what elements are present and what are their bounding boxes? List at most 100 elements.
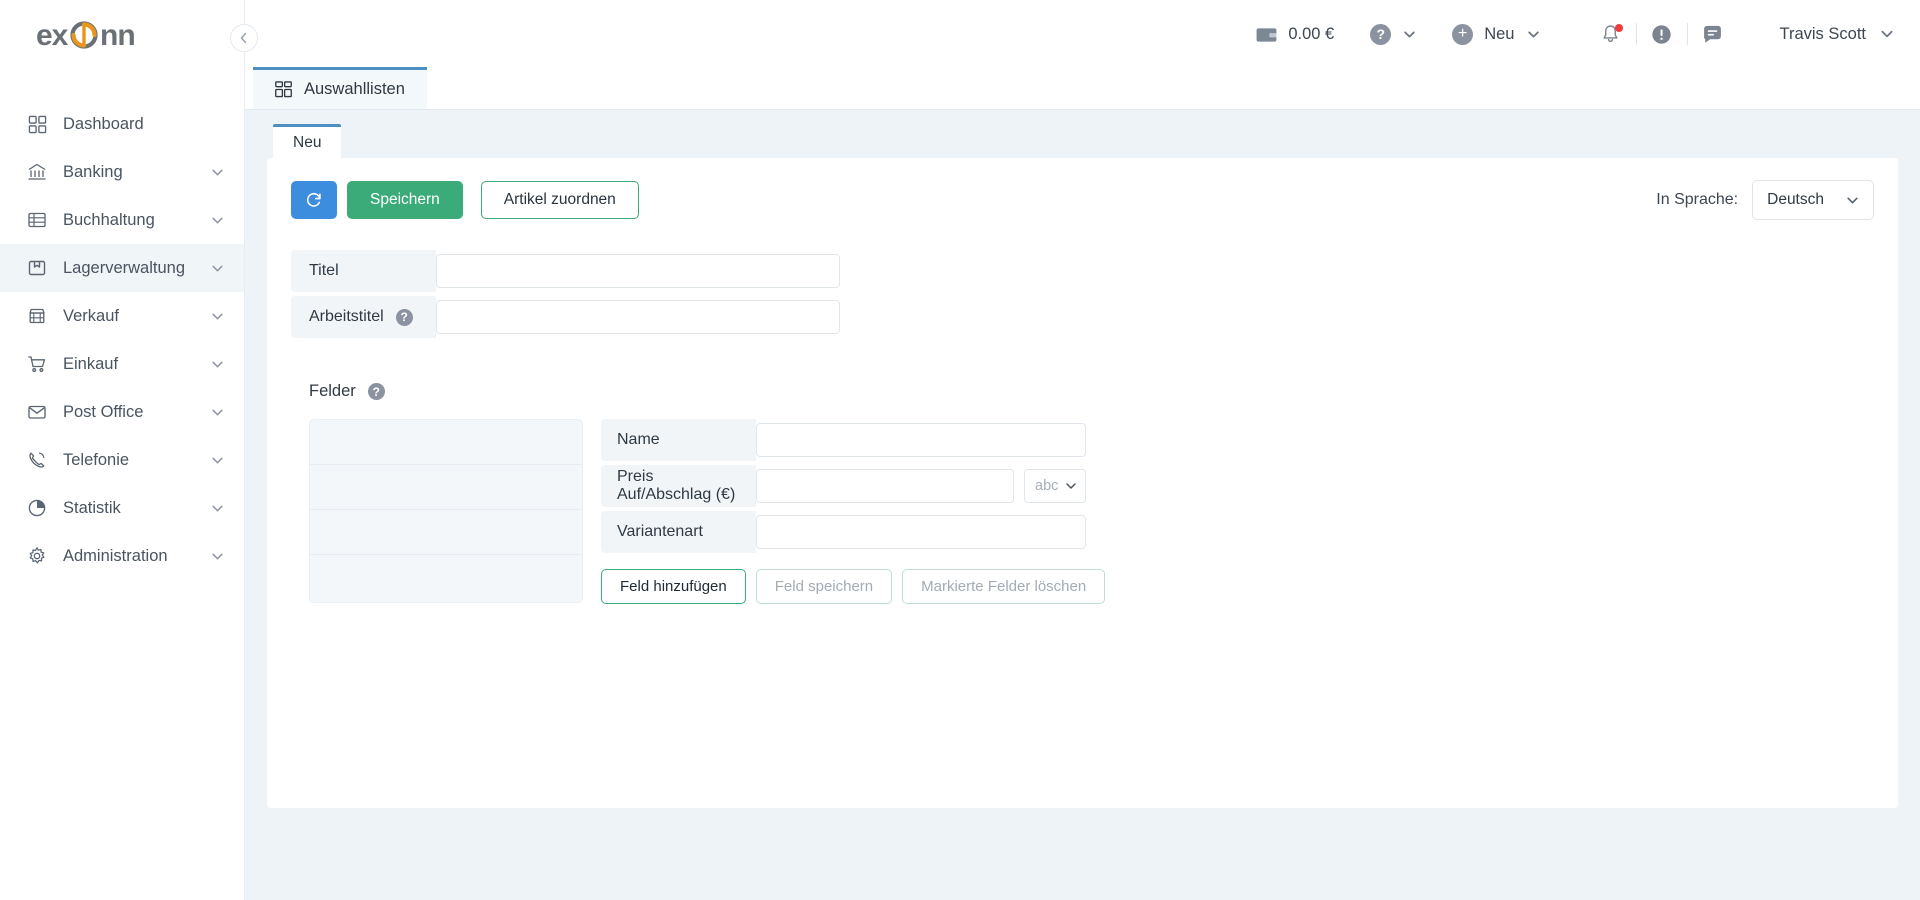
svg-text:nn: nn xyxy=(100,19,135,52)
divider xyxy=(1686,23,1688,45)
chat-icon xyxy=(1704,25,1721,43)
name-input[interactable] xyxy=(756,423,1086,457)
chevron-down-icon xyxy=(211,214,224,227)
sidebar-item-label: Telefonie xyxy=(63,450,130,469)
field-row-preis: Preis Auf/Abschlag (€) abc xyxy=(601,465,1115,507)
felder-form: Name Preis Auf/Abschlag (€) abc Variante… xyxy=(601,419,1115,604)
sidebar-item-post-office[interactable]: Post Office xyxy=(0,388,244,436)
wallet-balance[interactable]: 0.00 € xyxy=(1256,25,1334,44)
assign-article-button[interactable]: Artikel zuordnen xyxy=(480,181,639,219)
sidebar-item-label: Post Office xyxy=(63,402,144,421)
header-form: Titel Arbeitstitel ? xyxy=(291,250,1874,338)
refresh-icon xyxy=(305,191,323,209)
variantenart-input[interactable] xyxy=(756,515,1086,549)
sidebar-item-einkauf[interactable]: Einkauf xyxy=(0,340,244,388)
preis-label: Preis Auf/Abschlag (€) xyxy=(601,465,756,507)
chevron-left-icon xyxy=(240,32,247,44)
sidebar-item-buchhaltung[interactable]: Buchhaltung xyxy=(0,196,244,244)
chevron-down-icon xyxy=(211,454,224,467)
main-area: 0.00 € ? + Neu Travis Scott Auswahlliste… xyxy=(245,0,1920,900)
chevron-down-icon xyxy=(1527,28,1540,41)
chevron-down-icon xyxy=(211,502,224,515)
felder-list[interactable] xyxy=(309,419,583,603)
save-field-button[interactable]: Feld speichern xyxy=(755,569,893,604)
field-row-variantenart: Variantenart xyxy=(601,511,1115,553)
sidebar-item-label: Administration xyxy=(63,546,168,565)
refresh-button[interactable] xyxy=(291,181,337,219)
notification-dot xyxy=(1614,23,1623,32)
sidebar-item-banking[interactable]: Banking xyxy=(0,148,244,196)
arbeitstitel-label: Arbeitstitel ? xyxy=(291,296,436,338)
divider xyxy=(1635,23,1637,45)
sidebar-item-lagerverwaltung[interactable]: Lagerverwaltung xyxy=(0,244,244,292)
sidebar-collapse-button[interactable] xyxy=(230,24,258,52)
sidebar-item-label: Einkauf xyxy=(63,354,119,373)
notifications-button[interactable] xyxy=(1590,23,1632,45)
form-card: Speichern Artikel zuordnen In Sprache: D… xyxy=(267,158,1898,808)
sub-tab-strip: Neu xyxy=(267,124,1898,158)
user-name: Travis Scott xyxy=(1779,24,1867,43)
felder-header: Felder ? xyxy=(309,382,1874,401)
help-icon[interactable]: ? xyxy=(395,308,413,326)
delete-marked-fields-label: Markierte Felder löschen xyxy=(921,578,1087,595)
app-root: ex nn Dashboard Banking Buchhaltung Lage… xyxy=(0,0,1920,900)
sidebar-item-label: Buchhaltung xyxy=(63,210,155,229)
chevron-down-icon xyxy=(211,406,224,419)
preis-type-value: abc xyxy=(1035,478,1059,494)
plus-circle-icon: + xyxy=(1452,23,1474,45)
titel-label: Titel xyxy=(291,250,436,292)
app-logo[interactable]: ex nn xyxy=(36,16,168,56)
titel-input[interactable] xyxy=(436,254,840,288)
messages-button[interactable] xyxy=(1692,24,1734,45)
preis-type-select[interactable]: abc xyxy=(1024,469,1086,503)
preis-input[interactable] xyxy=(756,469,1014,503)
package-icon xyxy=(26,257,48,279)
help-menu[interactable]: ? xyxy=(1370,23,1416,45)
chevron-down-icon xyxy=(1880,27,1894,41)
form-toolbar: Speichern Artikel zuordnen In Sprache: D… xyxy=(291,180,1874,220)
tab-strip: Auswahllisten xyxy=(245,67,1920,110)
store-icon xyxy=(26,305,48,327)
sidebar-item-label: Banking xyxy=(63,162,123,181)
delete-marked-fields-button[interactable]: Markierte Felder löschen xyxy=(902,569,1106,604)
field-actions: Feld hinzufügen Feld speichern Markierte… xyxy=(601,569,1115,604)
ledger-icon xyxy=(26,209,48,231)
sidebar-item-telefonie[interactable]: Telefonie xyxy=(0,436,244,484)
alerts-button[interactable] xyxy=(1641,24,1683,45)
chevron-down-icon xyxy=(211,166,224,179)
field-label-text: Variantenart xyxy=(617,523,703,540)
sidebar-item-label: Statistik xyxy=(63,498,121,517)
list-item[interactable] xyxy=(310,555,582,600)
help-icon[interactable]: ? xyxy=(367,383,385,400)
cart-icon xyxy=(26,353,48,375)
list-item[interactable] xyxy=(310,465,582,510)
content-area: Neu Speichern Artikel zuordnen In Sprach… xyxy=(245,110,1920,900)
tab-auswahllisten[interactable]: Auswahllisten xyxy=(253,67,427,109)
envelope-icon xyxy=(26,401,48,423)
grid-icon xyxy=(26,113,48,135)
save-button[interactable]: Speichern xyxy=(347,181,463,219)
new-menu[interactable]: + Neu xyxy=(1452,23,1540,45)
sidebar-item-statistik[interactable]: Statistik xyxy=(0,484,244,532)
language-select[interactable]: Deutsch xyxy=(1752,180,1874,220)
sub-tab-neu[interactable]: Neu xyxy=(273,124,342,158)
list-item[interactable] xyxy=(310,510,582,555)
sidebar-item-administration[interactable]: Administration xyxy=(0,532,244,580)
add-field-button[interactable]: Feld hinzufügen xyxy=(601,569,746,604)
svg-text:ex: ex xyxy=(36,19,69,52)
form-row-arbeitstitel: Arbeitstitel ? xyxy=(291,296,1874,338)
user-menu[interactable]: Travis Scott xyxy=(1780,25,1895,44)
tab-label: Auswahllisten xyxy=(304,80,405,98)
field-label-text: Name xyxy=(617,431,660,448)
chevron-down-icon xyxy=(211,310,224,323)
arbeitstitel-input[interactable] xyxy=(436,300,840,334)
list-item[interactable] xyxy=(310,420,582,465)
phone-icon xyxy=(26,449,48,471)
sidebar-item-label: Dashboard xyxy=(63,114,144,133)
sidebar-item-dashboard[interactable]: Dashboard xyxy=(0,100,244,148)
gear-icon xyxy=(26,545,48,567)
sidebar-item-verkauf[interactable]: Verkauf xyxy=(0,292,244,340)
name-label: Name xyxy=(601,419,756,461)
form-label-text: Arbeitstitel xyxy=(309,308,384,325)
language-selector-group: In Sprache: Deutsch xyxy=(1656,180,1874,220)
